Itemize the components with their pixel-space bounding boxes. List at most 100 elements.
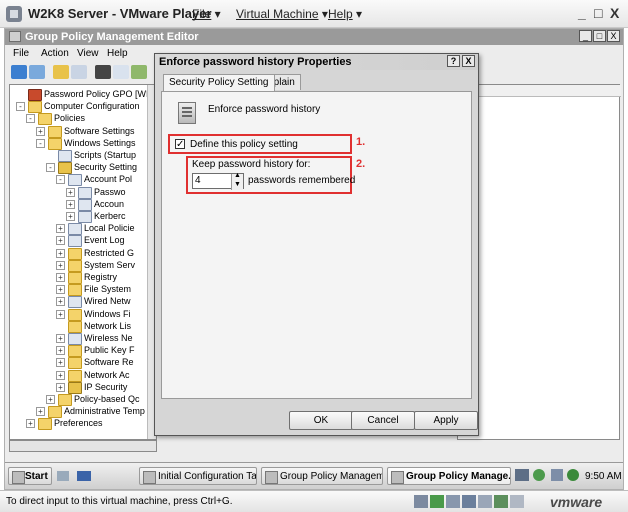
- device-usb-icon[interactable]: [478, 495, 492, 508]
- spinner-arrows[interactable]: ▲ ▼: [231, 172, 243, 190]
- gpme-menu-action[interactable]: Action: [41, 48, 69, 59]
- back-arrow-icon[interactable]: [11, 65, 27, 79]
- device-cdrom-icon[interactable]: [446, 495, 460, 508]
- folder-icon: [68, 345, 82, 358]
- clock[interactable]: 9:50 AM: [585, 471, 622, 482]
- menu-file[interactable]: File ▾: [192, 7, 221, 21]
- help-button[interactable]: ?: [447, 55, 460, 67]
- dialog-titlebar: Enforce password history Properties ? X: [155, 54, 478, 70]
- callout-label-2: 2.: [356, 158, 366, 170]
- expand-icon[interactable]: +: [56, 260, 65, 270]
- delete-icon[interactable]: [95, 65, 111, 79]
- dialog-title: Enforce password history Properties: [159, 56, 352, 68]
- expand-icon[interactable]: +: [56, 358, 65, 368]
- expand-icon[interactable]: +: [66, 199, 75, 209]
- tree-item-label: Network Ac: [84, 369, 130, 380]
- server-manager-icon[interactable]: [57, 471, 69, 481]
- start-button[interactable]: Start: [8, 467, 52, 485]
- collapse-icon[interactable]: -: [46, 163, 55, 173]
- expand-icon[interactable]: +: [56, 273, 65, 282]
- expand-icon[interactable]: +: [56, 346, 65, 356]
- expand-icon[interactable]: +: [56, 382, 65, 392]
- gpme-maximize-button[interactable]: □: [593, 30, 606, 42]
- history-count-value[interactable]: 4: [195, 175, 201, 186]
- menu-virtual-machine[interactable]: Virtual Machine ▾: [236, 7, 328, 21]
- show-hide-tree-icon[interactable]: [71, 65, 87, 79]
- expand-icon[interactable]: +: [56, 334, 65, 343]
- device-sound-icon[interactable]: [494, 495, 508, 508]
- properties-dialog: Enforce password history Properties ? X …: [154, 53, 479, 436]
- device-printer-icon[interactable]: [510, 495, 524, 508]
- taskbar-item-initial-config[interactable]: Initial Configuration Tasks: [139, 467, 257, 485]
- collapse-icon[interactable]: -: [16, 102, 25, 112]
- gpme-minimize-button[interactable]: _: [579, 30, 592, 42]
- doc-icon: [78, 198, 92, 211]
- tab-security-policy-setting[interactable]: Security Policy Setting: [163, 74, 275, 91]
- expand-icon[interactable]: +: [26, 419, 35, 429]
- tree-item-label: Accoun: [94, 198, 125, 209]
- export-list-icon[interactable]: [131, 65, 147, 79]
- expand-icon[interactable]: +: [56, 297, 65, 307]
- history-count-spinner[interactable]: 4 ▲ ▼: [192, 172, 244, 190]
- expand-icon[interactable]: +: [56, 309, 65, 319]
- maximize-button[interactable]: □: [594, 5, 602, 21]
- collapse-icon[interactable]: -: [36, 138, 45, 148]
- lock-icon: [58, 162, 72, 175]
- expand-icon[interactable]: +: [56, 224, 65, 234]
- keyboard-icon[interactable]: [515, 469, 529, 481]
- ok-button[interactable]: OK: [289, 411, 353, 430]
- tree-item-label: Wired Netw: [84, 296, 131, 307]
- details-pane[interactable]: [457, 84, 621, 440]
- status-text: To direct input to this virtual machine,…: [6, 496, 233, 507]
- expand-icon[interactable]: +: [66, 212, 75, 221]
- doc-icon: [58, 150, 72, 162]
- properties-icon[interactable]: [113, 65, 129, 79]
- expand-icon[interactable]: +: [56, 285, 65, 295]
- define-policy-checkbox[interactable]: ✓: [175, 139, 185, 150]
- taskbar-item-gpm[interactable]: Group Policy Management: [261, 467, 383, 485]
- gpme-menu-view[interactable]: View: [77, 48, 99, 59]
- apply-button[interactable]: Apply: [414, 411, 478, 430]
- forward-arrow-icon[interactable]: [29, 65, 45, 79]
- expand-icon[interactable]: +: [66, 187, 75, 197]
- expand-icon[interactable]: +: [56, 370, 65, 380]
- close-button[interactable]: X: [610, 5, 619, 21]
- tree-item-label: Preferences: [54, 418, 103, 429]
- device-disk-icon[interactable]: [414, 495, 428, 508]
- tray-status-icon[interactable]: [533, 469, 545, 481]
- gpme-close-button[interactable]: X: [607, 30, 620, 42]
- dialog-close-button[interactable]: X: [462, 55, 475, 67]
- spin-down-icon[interactable]: ▼: [234, 181, 241, 188]
- minimize-button[interactable]: _: [578, 5, 586, 21]
- volume-icon[interactable]: [567, 469, 579, 481]
- expand-icon[interactable]: +: [36, 126, 45, 136]
- cancel-button[interactable]: Cancel: [351, 411, 415, 430]
- menu-help[interactable]: Help ▾: [328, 7, 362, 21]
- passwords-remembered-label: passwords remembered: [248, 175, 356, 186]
- tree-item-label: Kerberc: [94, 211, 126, 221]
- expand-icon[interactable]: +: [46, 395, 55, 404]
- spin-up-icon[interactable]: ▲: [234, 172, 241, 179]
- network-icon[interactable]: [551, 469, 563, 481]
- show-desktop-icon[interactable]: [77, 471, 91, 481]
- up-folder-icon[interactable]: [53, 65, 69, 79]
- device-network-icon[interactable]: [430, 495, 444, 508]
- gpme-menu-help[interactable]: Help: [107, 48, 128, 59]
- task-icon: [143, 471, 156, 484]
- collapse-icon[interactable]: -: [56, 175, 65, 185]
- tree-item-label: Local Policie: [84, 223, 135, 234]
- collapse-icon[interactable]: -: [26, 114, 35, 124]
- tree-item-label: Policies: [54, 113, 86, 124]
- expand-icon[interactable]: +: [36, 407, 45, 417]
- tree-pane[interactable]: Password Policy GPO [WIN-RN1-Computer Co…: [9, 84, 157, 440]
- folder-icon: [68, 272, 82, 284]
- taskbar-item-gpme[interactable]: Group Policy Manage...: [387, 467, 511, 485]
- guest-screen[interactable]: Group Policy Management Editor _ □ X Fil…: [4, 28, 624, 490]
- folder-icon: [48, 125, 62, 138]
- doc-icon: [68, 235, 82, 248]
- tree-horizontal-scrollbar[interactable]: [9, 440, 157, 452]
- expand-icon[interactable]: +: [56, 236, 65, 246]
- expand-icon[interactable]: +: [56, 248, 65, 258]
- gpme-menu-file[interactable]: File: [13, 48, 29, 59]
- device-floppy-icon[interactable]: [462, 495, 476, 508]
